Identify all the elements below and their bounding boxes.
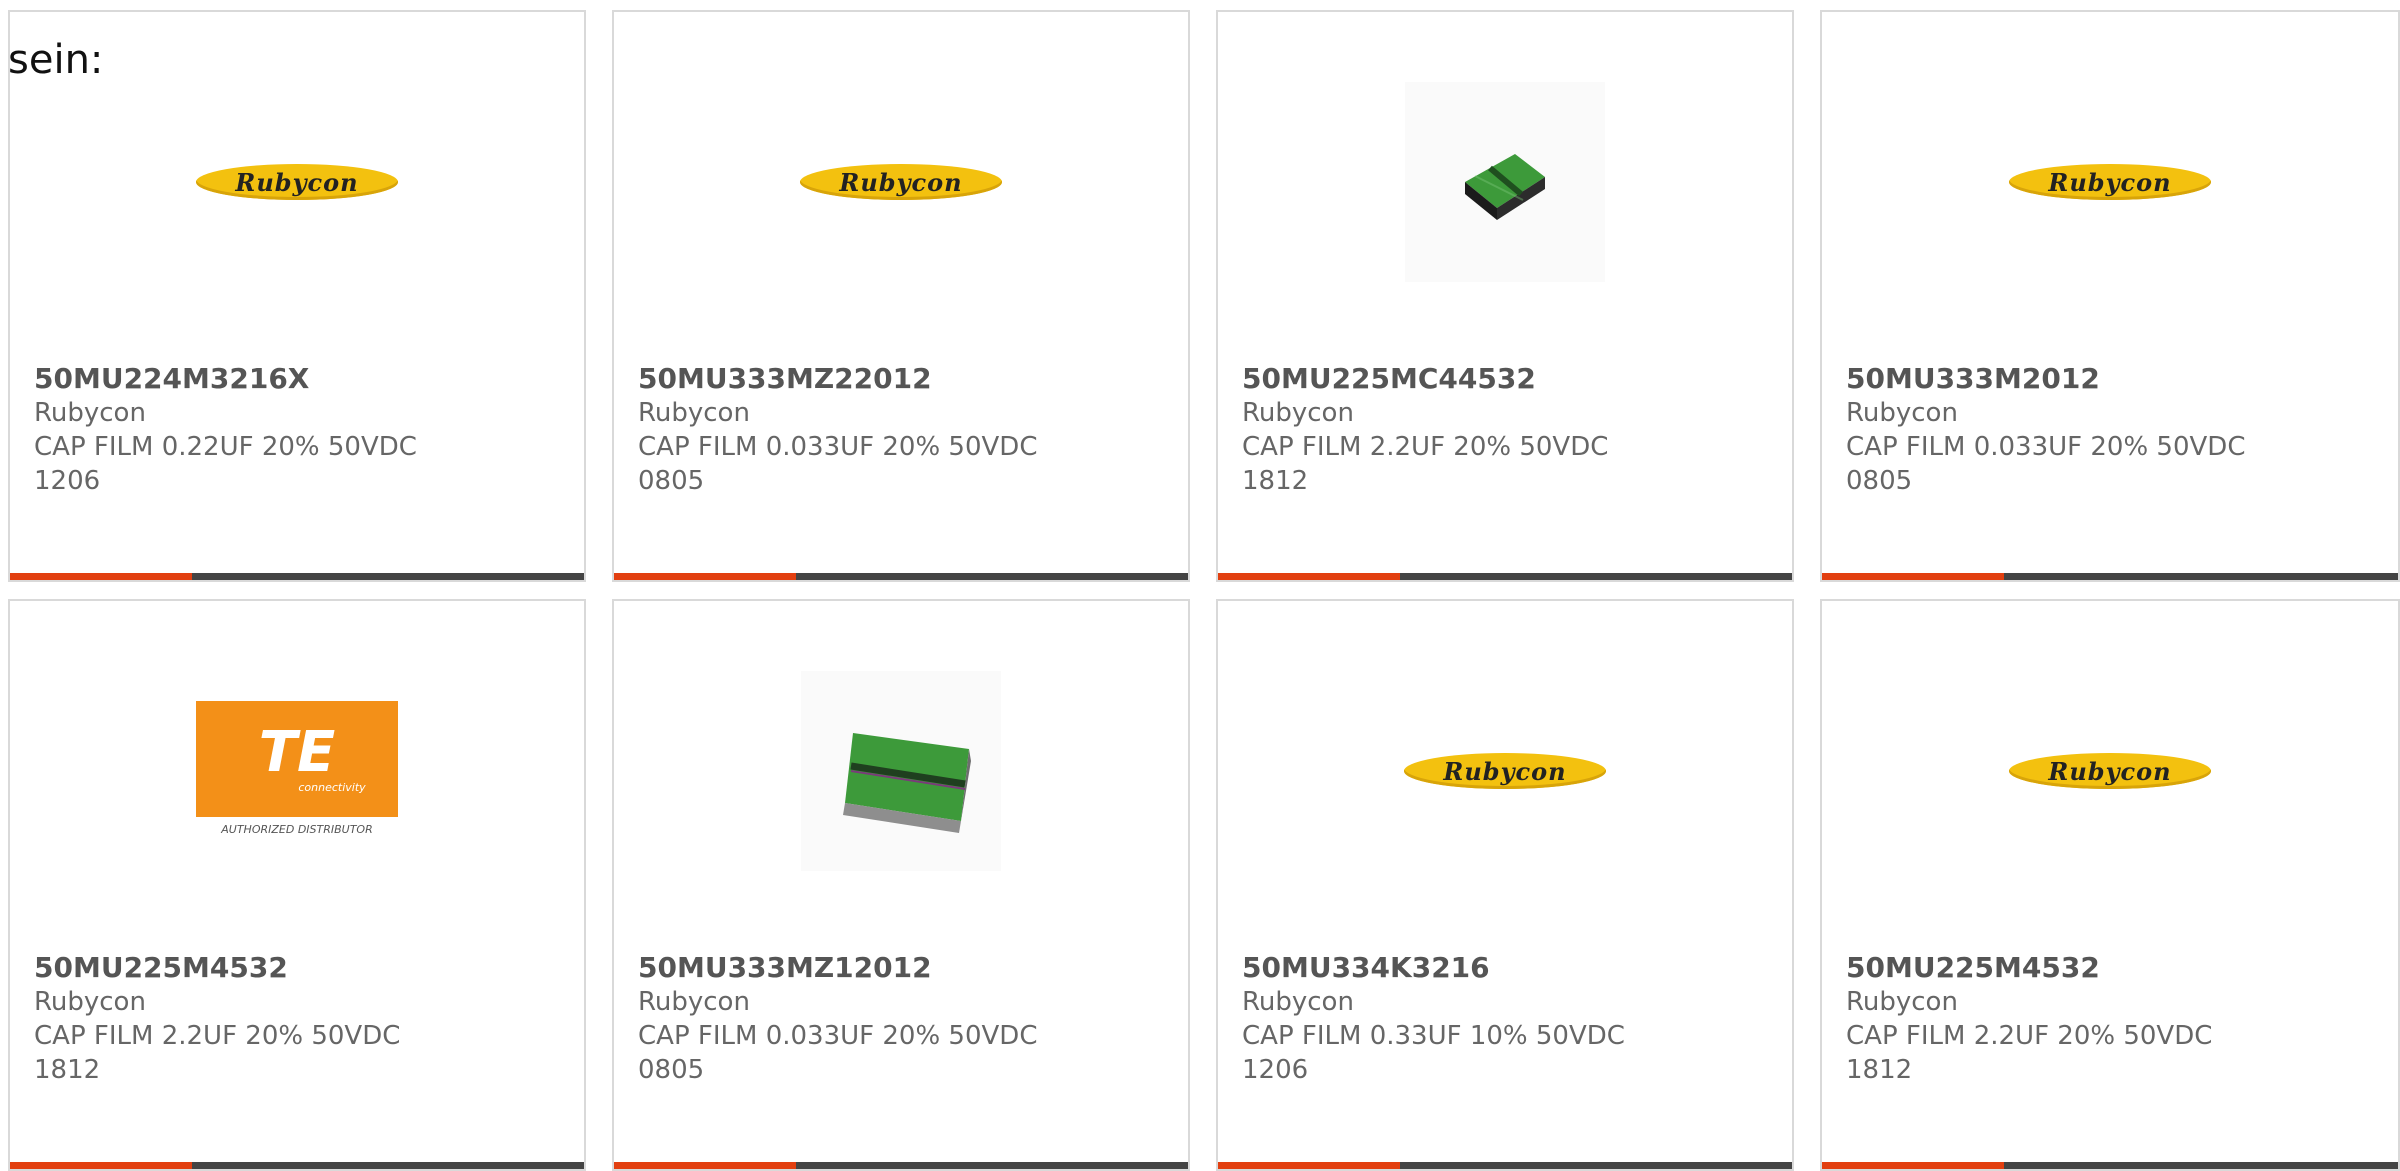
description: CAP FILM 0.033UF 20% 50VDC — [638, 1021, 1038, 1051]
logo-subtext: connectivity — [298, 780, 366, 794]
package: 1206 — [1242, 1055, 1309, 1085]
package: 0805 — [638, 1055, 705, 1085]
manufacturer: Rubycon — [638, 398, 750, 428]
package: 1812 — [1846, 1055, 1913, 1085]
card-bottom-bar — [1822, 573, 2398, 580]
product-image: Rubycon — [1822, 82, 2398, 282]
card-accent — [1218, 573, 1400, 580]
logo-caption: AUTHORIZED DISTRIBUTOR — [221, 823, 373, 836]
product-card[interactable]: TE connectivity AUTHORIZED DISTRIBUTOR 5… — [8, 599, 586, 1171]
description: CAP FILM 2.2UF 20% 50VDC — [1242, 432, 1609, 462]
product-image: Rubycon — [10, 82, 584, 282]
description: CAP FILM 0.22UF 20% 50VDC — [34, 432, 417, 462]
card-accent — [10, 573, 192, 580]
description: CAP FILM 0.33UF 10% 50VDC — [1242, 1021, 1625, 1051]
package: 0805 — [638, 466, 705, 496]
te-connectivity-logo: TE connectivity AUTHORIZED DISTRIBUTOR — [196, 701, 398, 841]
logo-text: Rubycon — [2048, 167, 2172, 197]
card-accent — [1822, 573, 2004, 580]
manufacturer: Rubycon — [1846, 398, 1958, 428]
card-bottom-bar — [1218, 1162, 1792, 1169]
description: CAP FILM 2.2UF 20% 50VDC — [34, 1021, 401, 1051]
intro-text: sein: — [8, 37, 104, 83]
part-number[interactable]: 50MU334K3216 — [1242, 951, 1772, 985]
package: 1206 — [34, 466, 101, 496]
product-card[interactable]: Rubycon 50MU333M2012 Rubycon CAP FILM 0.… — [1820, 10, 2400, 582]
card-accent — [1218, 1162, 1400, 1169]
manufacturer: Rubycon — [1242, 987, 1354, 1017]
package: 1812 — [34, 1055, 101, 1085]
card-bottom-bar — [1822, 1162, 2398, 1169]
film-capacitor-chip-photo — [1405, 82, 1605, 282]
product-card[interactable]: Rubycon 50MU334K3216 Rubycon CAP FILM 0.… — [1216, 599, 1794, 1171]
product-card[interactable]: Rubycon 50MU333MZ22012 Rubycon CAP FILM … — [612, 10, 1190, 582]
rubycon-logo: Rubycon — [800, 164, 1002, 200]
card-bottom-bar — [10, 573, 584, 580]
rubycon-logo: Rubycon — [1404, 753, 1606, 789]
part-number[interactable]: 50MU333M2012 — [1846, 362, 2378, 396]
part-number[interactable]: 50MU333MZ12012 — [638, 951, 1168, 985]
card-bottom-bar — [1218, 573, 1792, 580]
part-number[interactable]: 50MU225M4532 — [1846, 951, 2378, 985]
rubycon-logo: Rubycon — [196, 164, 398, 200]
part-number[interactable]: 50MU224M3216X — [34, 362, 564, 396]
logo-text: TE — [258, 719, 336, 785]
description: CAP FILM 0.033UF 20% 50VDC — [638, 432, 1038, 462]
product-image: Rubycon — [1218, 671, 1792, 871]
product-card[interactable]: 50MU225MC44532 Rubycon CAP FILM 2.2UF 20… — [1216, 10, 1794, 582]
rubycon-logo: Rubycon — [2009, 753, 2211, 789]
package: 1812 — [1242, 466, 1309, 496]
product-card[interactable]: Rubycon 50MU225M4532 Rubycon CAP FILM 2.… — [1820, 599, 2400, 1171]
card-accent — [1822, 1162, 2004, 1169]
logo-text: Rubycon — [235, 167, 359, 197]
manufacturer: Rubycon — [1846, 987, 1958, 1017]
card-bottom-bar — [614, 573, 1188, 580]
film-capacitor-chip-photo — [801, 671, 1001, 871]
product-grid: Rubycon 50MU224M3216X Rubycon CAP FILM 0… — [0, 0, 2400, 1171]
product-card[interactable]: 50MU333MZ12012 Rubycon CAP FILM 0.033UF … — [612, 599, 1190, 1171]
description: CAP FILM 2.2UF 20% 50VDC — [1846, 1021, 2213, 1051]
logo-text: Rubycon — [1443, 756, 1567, 786]
product-image: TE connectivity AUTHORIZED DISTRIBUTOR — [10, 671, 584, 871]
rubycon-logo: Rubycon — [2009, 164, 2211, 200]
manufacturer: Rubycon — [34, 398, 146, 428]
card-bottom-bar — [10, 1162, 584, 1169]
logo-text: Rubycon — [839, 167, 963, 197]
logo-text: Rubycon — [2048, 756, 2172, 786]
product-image — [1218, 82, 1792, 282]
card-bottom-bar — [614, 1162, 1188, 1169]
card-accent — [10, 1162, 192, 1169]
part-number[interactable]: 50MU225MC44532 — [1242, 362, 1772, 396]
package: 0805 — [1846, 466, 1913, 496]
product-image: Rubycon — [1822, 671, 2398, 871]
product-image: Rubycon — [614, 82, 1188, 282]
manufacturer: Rubycon — [638, 987, 750, 1017]
card-accent — [614, 573, 796, 580]
manufacturer: Rubycon — [34, 987, 146, 1017]
part-number[interactable]: 50MU333MZ22012 — [638, 362, 1168, 396]
part-number[interactable]: 50MU225M4532 — [34, 951, 564, 985]
description: CAP FILM 0.033UF 20% 50VDC — [1846, 432, 2246, 462]
card-accent — [614, 1162, 796, 1169]
manufacturer: Rubycon — [1242, 398, 1354, 428]
product-image — [614, 671, 1188, 871]
product-card[interactable]: Rubycon 50MU224M3216X Rubycon CAP FILM 0… — [8, 10, 586, 582]
